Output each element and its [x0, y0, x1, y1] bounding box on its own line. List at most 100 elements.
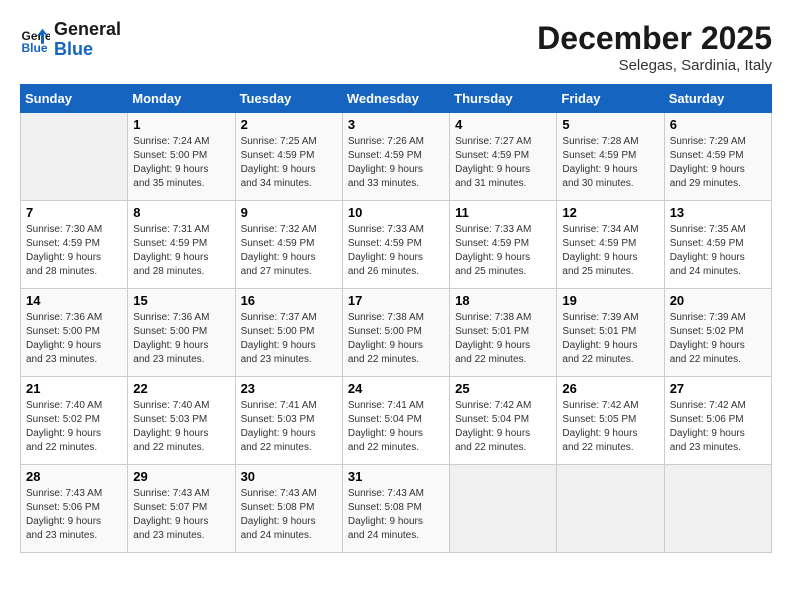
day-number: 8: [133, 205, 229, 220]
day-number: 13: [670, 205, 766, 220]
day-number: 11: [455, 205, 551, 220]
day-number: 1: [133, 117, 229, 132]
calendar-cell: 10 Sunrise: 7:33 AMSunset: 4:59 PMDayligh…: [342, 201, 449, 289]
day-info: Sunrise: 7:41 AMSunset: 5:03 PMDaylight:…: [241, 399, 337, 455]
day-info: Sunrise: 7:39 AMSunset: 5:01 PMDaylight:…: [562, 311, 658, 367]
calendar-cell: 17 Sunrise: 7:38 AMSunset: 5:00 PMDayligh…: [342, 289, 449, 377]
calendar-cell: 12Sunrise: 7:34 AMSunset: 4:59 PMDayligh…: [557, 201, 664, 289]
calendar-cell: 11 Sunrise: 7:33 AMSunset: 4:59 PMDayligh…: [450, 201, 557, 289]
calendar-cell: 6Sunrise: 7:29 AMSunset: 4:59 PMDaylight…: [664, 113, 771, 201]
calendar-cell: [664, 465, 771, 553]
day-number: 23: [241, 381, 337, 396]
weekday-header-saturday: Saturday: [664, 85, 771, 113]
day-number: 28: [26, 469, 122, 484]
day-number: 29: [133, 469, 229, 484]
logo-icon: General Blue: [20, 25, 50, 55]
day-info: Sunrise: 7:26 AMSunset: 4:59 PMDaylight:…: [348, 135, 444, 191]
calendar-cell: 22 Sunrise: 7:40 AMSunset: 5:03 PMDayligh…: [128, 377, 235, 465]
day-info: Sunrise: 7:37 AMSunset: 5:00 PMDaylight:…: [241, 311, 337, 367]
day-info: Sunrise: 7:38 AMSunset: 5:00 PMDaylight:…: [348, 311, 444, 367]
calendar-cell: 7Sunrise: 7:30 AMSunset: 4:59 PMDaylight…: [21, 201, 128, 289]
calendar-week-row: 7Sunrise: 7:30 AMSunset: 4:59 PMDaylight…: [21, 201, 772, 289]
calendar-cell: 9 Sunrise: 7:32 AMSunset: 4:59 PMDaylight…: [235, 201, 342, 289]
day-number: 12: [562, 205, 658, 220]
day-number: 19: [562, 293, 658, 308]
day-info: Sunrise: 7:43 AMSunset: 5:06 PMDaylight:…: [26, 487, 122, 543]
day-number: 10: [348, 205, 444, 220]
calendar-cell: 19 Sunrise: 7:39 AMSunset: 5:01 PMDayligh…: [557, 289, 664, 377]
day-info: Sunrise: 7:33 AMSunset: 4:59 PMDaylight:…: [455, 223, 551, 279]
weekday-header-tuesday: Tuesday: [235, 85, 342, 113]
calendar-cell: 2Sunrise: 7:25 AMSunset: 4:59 PMDaylight…: [235, 113, 342, 201]
title-block: December 2025 Selegas, Sardinia, Italy: [537, 20, 772, 74]
calendar-week-row: 21 Sunrise: 7:40 AMSunset: 5:02 PMDayligh…: [21, 377, 772, 465]
logo: General Blue General Blue: [20, 20, 121, 60]
day-number: 30: [241, 469, 337, 484]
day-number: 4: [455, 117, 551, 132]
day-number: 14: [26, 293, 122, 308]
weekday-header-thursday: Thursday: [450, 85, 557, 113]
day-info: Sunrise: 7:28 AMSunset: 4:59 PMDaylight:…: [562, 135, 658, 191]
month-title: December 2025: [537, 20, 772, 57]
weekday-header-wednesday: Wednesday: [342, 85, 449, 113]
day-info: Sunrise: 7:33 AMSunset: 4:59 PMDaylight:…: [348, 223, 444, 279]
calendar-cell: 27Sunrise: 7:42 AMSunset: 5:06 PMDayligh…: [664, 377, 771, 465]
day-info: Sunrise: 7:40 AMSunset: 5:03 PMDaylight:…: [133, 399, 229, 455]
day-number: 25: [455, 381, 551, 396]
calendar-cell: 24Sunrise: 7:41 AMSunset: 5:04 PMDayligh…: [342, 377, 449, 465]
calendar-cell: 23 Sunrise: 7:41 AMSunset: 5:03 PMDayligh…: [235, 377, 342, 465]
calendar-cell: [450, 465, 557, 553]
calendar-cell: 18 Sunrise: 7:38 AMSunset: 5:01 PMDayligh…: [450, 289, 557, 377]
day-number: 3: [348, 117, 444, 132]
calendar-table: SundayMondayTuesdayWednesdayThursdayFrid…: [20, 84, 772, 553]
day-info: Sunrise: 7:40 AMSunset: 5:02 PMDaylight:…: [26, 399, 122, 455]
calendar-cell: 16 Sunrise: 7:37 AMSunset: 5:00 PMDayligh…: [235, 289, 342, 377]
day-number: 20: [670, 293, 766, 308]
day-number: 15: [133, 293, 229, 308]
day-info: Sunrise: 7:27 AMSunset: 4:59 PMDaylight:…: [455, 135, 551, 191]
calendar-body: 1Sunrise: 7:24 AMSunset: 5:00 PMDaylight…: [21, 113, 772, 553]
calendar-cell: 5 Sunrise: 7:28 AMSunset: 4:59 PMDaylight…: [557, 113, 664, 201]
calendar-header-row: SundayMondayTuesdayWednesdayThursdayFrid…: [21, 85, 772, 113]
day-number: 17: [348, 293, 444, 308]
day-number: 2: [241, 117, 337, 132]
calendar-cell: 31 Sunrise: 7:43 AMSunset: 5:08 PMDayligh…: [342, 465, 449, 553]
calendar-week-row: 28 Sunrise: 7:43 AMSunset: 5:06 PMDayligh…: [21, 465, 772, 553]
day-info: Sunrise: 7:29 AMSunset: 4:59 PMDaylight:…: [670, 135, 766, 191]
day-number: 16: [241, 293, 337, 308]
calendar-cell: 4 Sunrise: 7:27 AMSunset: 4:59 PMDaylight…: [450, 113, 557, 201]
calendar-cell: 3 Sunrise: 7:26 AMSunset: 4:59 PMDaylight…: [342, 113, 449, 201]
day-number: 18: [455, 293, 551, 308]
day-number: 27: [670, 381, 766, 396]
calendar-cell: 20 Sunrise: 7:39 AMSunset: 5:02 PMDayligh…: [664, 289, 771, 377]
day-info: Sunrise: 7:36 AMSunset: 5:00 PMDaylight:…: [133, 311, 229, 367]
location-subtitle: Selegas, Sardinia, Italy: [537, 57, 772, 74]
calendar-cell: 25Sunrise: 7:42 AMSunset: 5:04 PMDayligh…: [450, 377, 557, 465]
day-number: 31: [348, 469, 444, 484]
day-info: Sunrise: 7:32 AMSunset: 4:59 PMDaylight:…: [241, 223, 337, 279]
day-info: Sunrise: 7:31 AMSunset: 4:59 PMDaylight:…: [133, 223, 229, 279]
day-number: 5: [562, 117, 658, 132]
day-info: Sunrise: 7:43 AMSunset: 5:08 PMDaylight:…: [348, 487, 444, 543]
calendar-cell: 21 Sunrise: 7:40 AMSunset: 5:02 PMDayligh…: [21, 377, 128, 465]
calendar-cell: 8 Sunrise: 7:31 AMSunset: 4:59 PMDaylight…: [128, 201, 235, 289]
day-number: 22: [133, 381, 229, 396]
calendar-cell: [557, 465, 664, 553]
calendar-week-row: 1Sunrise: 7:24 AMSunset: 5:00 PMDaylight…: [21, 113, 772, 201]
day-info: Sunrise: 7:43 AMSunset: 5:07 PMDaylight:…: [133, 487, 229, 543]
calendar-cell: 28 Sunrise: 7:43 AMSunset: 5:06 PMDayligh…: [21, 465, 128, 553]
day-number: 21: [26, 381, 122, 396]
calendar-cell: 30Sunrise: 7:43 AMSunset: 5:08 PMDayligh…: [235, 465, 342, 553]
calendar-cell: [21, 113, 128, 201]
calendar-cell: 1Sunrise: 7:24 AMSunset: 5:00 PMDaylight…: [128, 113, 235, 201]
day-info: Sunrise: 7:35 AMSunset: 4:59 PMDaylight:…: [670, 223, 766, 279]
day-number: 9: [241, 205, 337, 220]
calendar-week-row: 14 Sunrise: 7:36 AMSunset: 5:00 PMDayligh…: [21, 289, 772, 377]
day-info: Sunrise: 7:42 AMSunset: 5:05 PMDaylight:…: [562, 399, 658, 455]
calendar-cell: 15 Sunrise: 7:36 AMSunset: 5:00 PMDayligh…: [128, 289, 235, 377]
day-info: Sunrise: 7:39 AMSunset: 5:02 PMDaylight:…: [670, 311, 766, 367]
page-header: General Blue General Blue December 2025 …: [20, 20, 772, 74]
day-info: Sunrise: 7:30 AMSunset: 4:59 PMDaylight:…: [26, 223, 122, 279]
weekday-header-monday: Monday: [128, 85, 235, 113]
day-info: Sunrise: 7:38 AMSunset: 5:01 PMDaylight:…: [455, 311, 551, 367]
